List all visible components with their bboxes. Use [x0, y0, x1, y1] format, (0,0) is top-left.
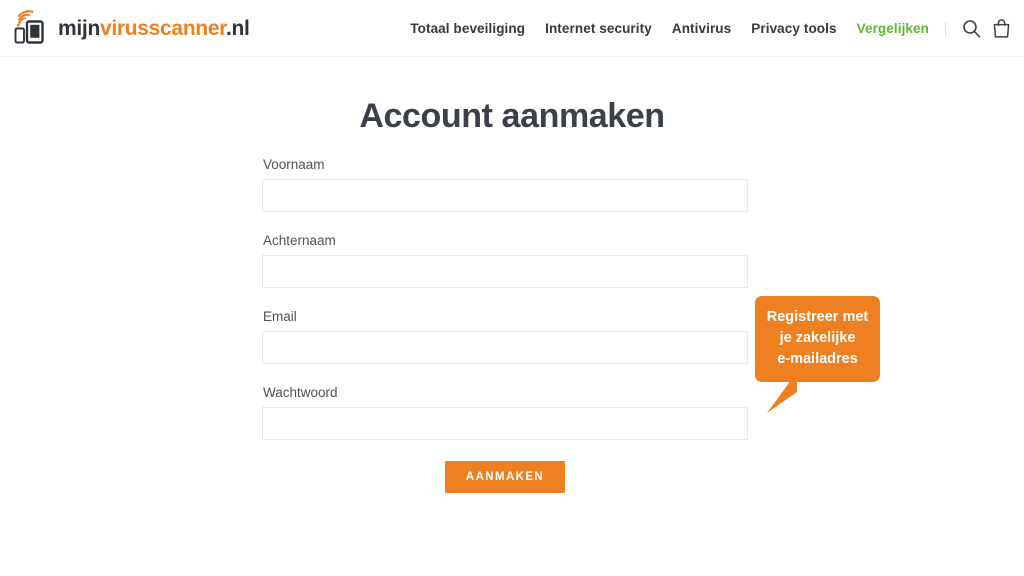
- logo-text-nl: .nl: [225, 16, 250, 40]
- logo-text-mijn: mijn: [58, 16, 100, 40]
- account-create-form: Voornaam Achternaam Email Wachtwoord AAN…: [262, 157, 748, 493]
- nav-item-internet-security[interactable]: Internet security: [535, 21, 662, 36]
- nav-divider: [945, 21, 946, 36]
- achternaam-input[interactable]: [262, 255, 748, 288]
- nav-item-antivirus[interactable]: Antivirus: [662, 21, 741, 36]
- field-voornaam: Voornaam: [262, 157, 748, 212]
- nav-item-totaal-beveiliging[interactable]: Totaal beveiliging: [400, 21, 535, 36]
- nav-item-vergelijken[interactable]: Vergelijken: [847, 21, 939, 36]
- shopping-bag-icon[interactable]: [988, 16, 1014, 42]
- search-icon[interactable]: [958, 16, 984, 42]
- wachtwoord-input[interactable]: [262, 407, 748, 440]
- business-email-tooltip: Registreer met je zakelijke e-mailadres: [755, 296, 880, 413]
- field-wachtwoord: Wachtwoord: [262, 385, 748, 440]
- field-achternaam: Achternaam: [262, 233, 748, 288]
- voornaam-input[interactable]: [262, 179, 748, 212]
- logo-wordmark: mijnvirusscanner.nl: [58, 18, 250, 39]
- nav-item-privacy-tools[interactable]: Privacy tools: [741, 21, 846, 36]
- label-voornaam: Voornaam: [263, 157, 325, 172]
- field-email: Email: [262, 309, 748, 364]
- submit-row: AANMAKEN: [262, 461, 748, 493]
- main-content: Account aanmaken Voornaam Achternaam Ema…: [0, 57, 1024, 576]
- page-title: Account aanmaken: [359, 97, 665, 135]
- site-header: mijnvirusscanner.nl Totaal beveiliging I…: [0, 0, 1024, 57]
- label-email: Email: [263, 309, 297, 324]
- tooltip-tail-icon: [767, 370, 803, 415]
- main-navigation: Totaal beveiliging Internet security Ant…: [400, 0, 1014, 57]
- label-achternaam: Achternaam: [263, 233, 336, 248]
- site-logo[interactable]: mijnvirusscanner.nl: [12, 8, 250, 48]
- email-input[interactable]: [262, 331, 748, 364]
- label-wachtwoord: Wachtwoord: [263, 385, 338, 400]
- aanmaken-button[interactable]: AANMAKEN: [444, 461, 566, 493]
- logo-text-virusscanner: virusscanner: [99, 16, 226, 40]
- tooltip-text: Registreer met je zakelijke e-mailadres: [766, 309, 869, 368]
- tablet-wifi-icon: [12, 10, 52, 46]
